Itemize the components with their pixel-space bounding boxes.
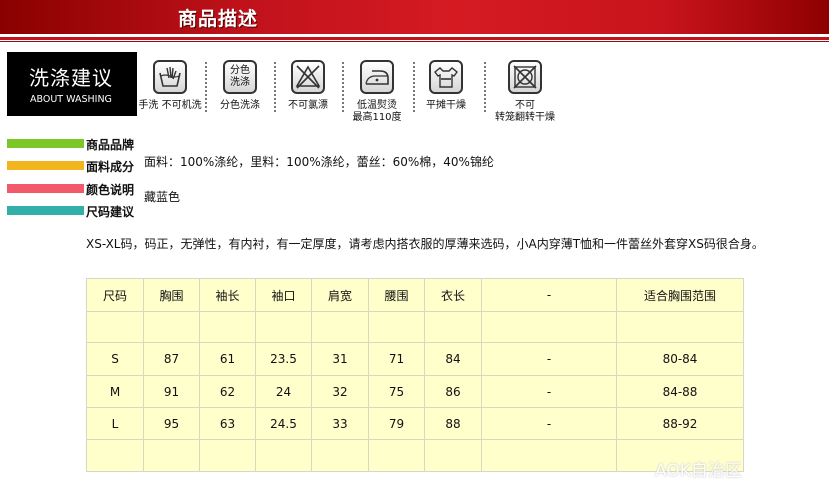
table-cell: 32 [311, 375, 369, 408]
hand-wash-icon [153, 60, 187, 94]
table-cell [481, 311, 617, 343]
care-item-separate-wash: 分色 洗涤 分色洗涤 [202, 60, 278, 112]
care-item-no-bleach: 不可氯漂 [270, 60, 346, 112]
washing-title-box: 洗涤建议 ABOUT WASHING [7, 52, 137, 116]
care-label: 平摊干燥 [426, 100, 466, 111]
table-cell: 95 [143, 407, 200, 440]
table-cell: 91 [143, 375, 200, 408]
table-cell: - [481, 407, 617, 440]
table-cell [424, 311, 482, 343]
care-label: 分色洗涤 [220, 100, 260, 111]
care-label: 不可 转笼翻转干燥 [495, 100, 555, 123]
table-header: 肩宽 [311, 278, 369, 312]
table-cell [86, 439, 144, 472]
table-cell [368, 311, 425, 343]
table-cell: 88-92 [616, 407, 744, 440]
table-cell: S [86, 342, 144, 376]
watermark: AOK自治区 [655, 461, 742, 481]
table-header: 袖口 [255, 278, 312, 312]
table-row: L 95 63 24.5 33 79 88 - 88-92 [86, 407, 744, 440]
dry-flat-icon [429, 60, 463, 94]
table-row [86, 311, 744, 343]
low-temp-iron-icon [360, 60, 394, 94]
separate-wash-icon: 分色 洗涤 [223, 60, 257, 94]
table-cell: 62 [199, 375, 256, 408]
table-cell: 84-88 [616, 375, 744, 408]
size-section-bar [7, 206, 84, 215]
table-header: 腰围 [368, 278, 425, 312]
material-value: 面料：100%涤纶，里料：100%涤纶，蕾丝：60%棉，40%锦纶 [144, 155, 494, 169]
table-header-row: 尺码 胸围 袖长 袖口 肩宽 腰围 衣长 - 适合胸围范围 [86, 278, 744, 312]
table-row [86, 439, 744, 472]
table-header: 尺码 [86, 278, 144, 312]
table-header: 胸围 [143, 278, 200, 312]
table-cell: 86 [424, 375, 482, 408]
table-cell [86, 311, 144, 343]
table-cell: 24.5 [255, 407, 312, 440]
table-header: 衣长 [424, 278, 482, 312]
size-title: 尺码建议 [86, 205, 135, 219]
page-title: 商品描述 [178, 8, 259, 30]
table-cell [311, 311, 369, 343]
table-cell: 31 [311, 342, 369, 376]
care-item-hand-wash: 手洗 不可机洗 [132, 60, 208, 112]
separate-wash-icon-text: 分色 洗涤 [230, 65, 250, 88]
color-value: 藏蓝色 [144, 190, 181, 204]
table-cell: 71 [368, 342, 425, 376]
table-cell [255, 439, 312, 472]
divider [0, 41, 829, 42]
care-label: 不可氯漂 [288, 100, 328, 111]
color-section-bar [7, 184, 84, 193]
table-cell [311, 439, 369, 472]
table-cell [199, 439, 256, 472]
care-label: 手洗 不可机洗 [138, 100, 202, 111]
table-cell: L [86, 407, 144, 440]
table-cell: 84 [424, 342, 482, 376]
brand-title: 商品品牌 [86, 138, 135, 152]
care-item-low-temp-iron: 低温熨烫 最高110度 [339, 60, 415, 124]
no-tumble-dry-icon [508, 60, 542, 94]
table-cell: 79 [368, 407, 425, 440]
table-row: M 91 62 24 32 75 86 - 84-88 [86, 375, 744, 408]
table-cell: 80-84 [616, 342, 744, 376]
material-title: 面料成分 [86, 160, 135, 174]
color-title: 颜色说明 [86, 183, 135, 197]
table-cell: 33 [311, 407, 369, 440]
table-header: 袖长 [199, 278, 256, 312]
no-bleach-icon [291, 60, 325, 94]
care-item-no-tumble-dry: 不可 转笼翻转干燥 [487, 60, 563, 124]
table-cell [481, 439, 617, 472]
size-note: XS-XL码，码正，无弹性，有内衬，有一定厚度，请考虑内搭衣服的厚薄来选码，小A… [86, 237, 764, 251]
table-row: S 87 61 23.5 31 71 84 - 80-84 [86, 342, 744, 376]
table-cell: 87 [143, 342, 200, 376]
table-cell: 61 [199, 342, 256, 376]
table-cell [616, 311, 744, 343]
table-cell: 63 [199, 407, 256, 440]
table-cell [368, 439, 425, 472]
care-label: 低温熨烫 最高110度 [352, 100, 402, 123]
table-cell: - [481, 342, 617, 376]
divider [0, 37, 829, 40]
care-item-dry-flat: 平摊干燥 [408, 60, 484, 112]
header-banner: 商品描述 [0, 0, 829, 34]
table-header: 适合胸围范围 [616, 278, 744, 312]
washing-title-cn: 洗涤建议 [29, 66, 113, 90]
table-cell: M [86, 375, 144, 408]
table-cell [255, 311, 312, 343]
washing-title-en: ABOUT WASHING [30, 94, 112, 105]
table-cell [143, 439, 200, 472]
table-cell: 75 [368, 375, 425, 408]
divider [484, 62, 486, 112]
table-cell [143, 311, 200, 343]
table-cell [424, 439, 482, 472]
table-cell: 23.5 [255, 342, 312, 376]
table-cell [199, 311, 256, 343]
size-table: 尺码 胸围 袖长 袖口 肩宽 腰围 衣长 - 适合胸围范围 S 87 61 23… [86, 278, 744, 472]
table-cell: 88 [424, 407, 482, 440]
material-color-bar [7, 161, 84, 170]
brand-color-bar [7, 139, 84, 148]
table-cell: - [481, 375, 617, 408]
table-header: - [481, 278, 617, 312]
table-cell: 24 [255, 375, 312, 408]
